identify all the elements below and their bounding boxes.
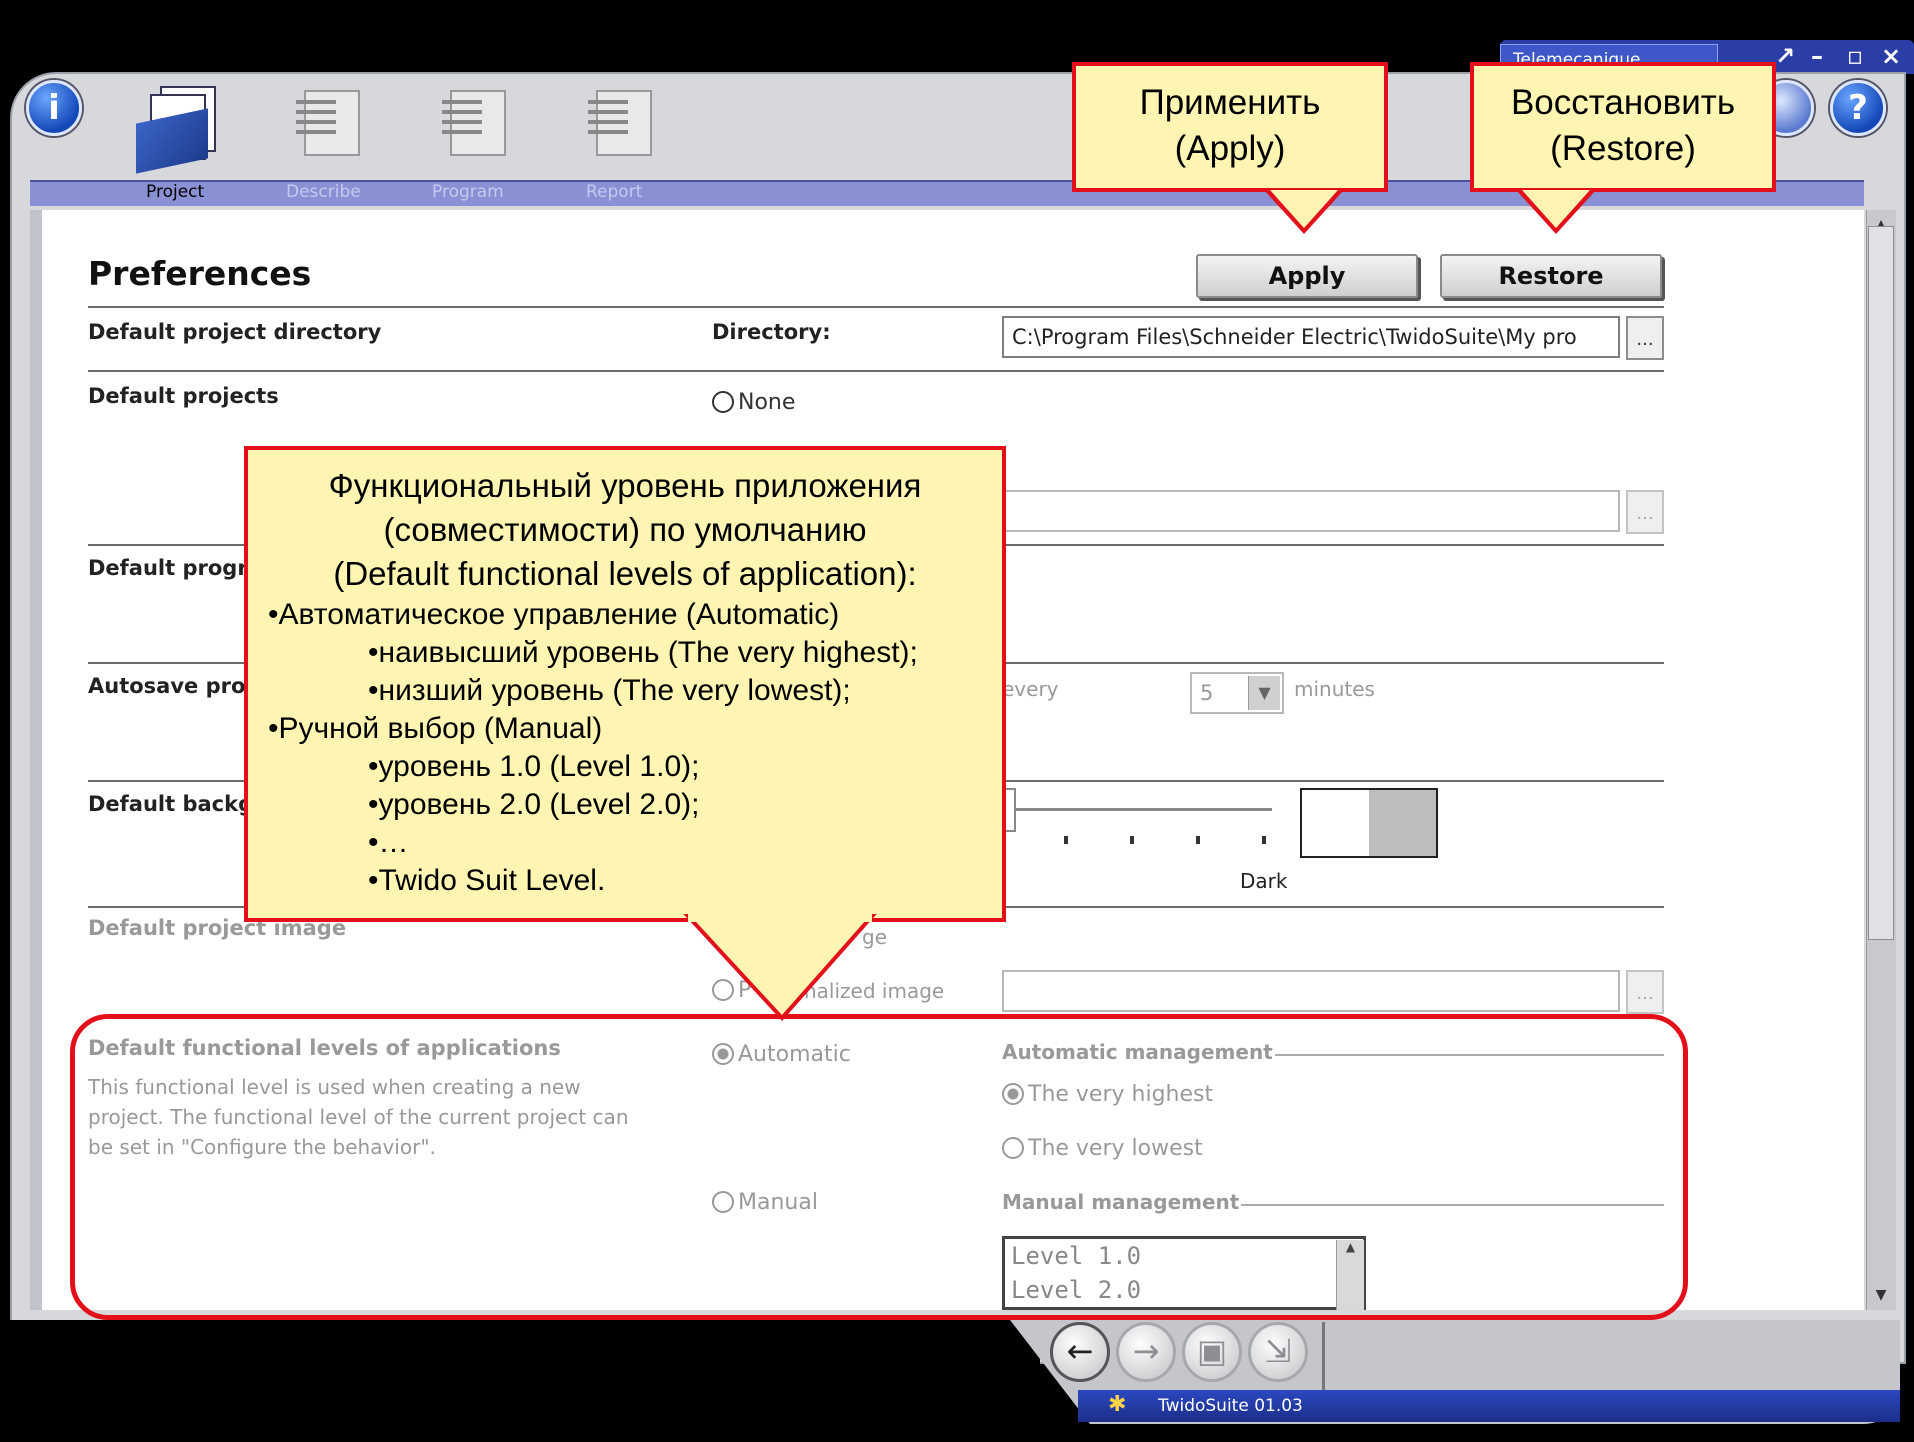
- apply-button[interactable]: Apply: [1196, 254, 1418, 298]
- info-icon[interactable]: i: [26, 80, 82, 136]
- default-project-input[interactable]: [1002, 490, 1620, 532]
- status-bar: TwidoSuite 01.03: [1078, 1390, 1900, 1422]
- page-title: Preferences: [88, 254, 312, 293]
- background-color-preview: [1300, 788, 1438, 858]
- functional-levels-highlight: [70, 1014, 1688, 1320]
- background-dark-label: Dark: [1240, 869, 1288, 893]
- callout-item: •Ручной выбор (Manual): [268, 712, 603, 745]
- image-browse-button[interactable]: ...: [1626, 970, 1664, 1014]
- callout-restore-line2: (Restore): [1550, 129, 1696, 168]
- program-step-icon[interactable]: [428, 82, 528, 174]
- help-icon[interactable]: ?: [1830, 80, 1886, 136]
- callout-functional-levels: Функциональный уровень приложения (совме…: [244, 446, 1006, 922]
- step-label-project[interactable]: Project: [146, 180, 204, 204]
- autosave-minutes-label: minutes: [1294, 677, 1375, 701]
- callout-apply-pointer-fill: [1270, 190, 1338, 228]
- directory-browse-button[interactable]: ...: [1626, 316, 1664, 360]
- slider-ticks: [1064, 836, 1068, 844]
- chevron-down-icon[interactable]: ▼: [1248, 676, 1280, 710]
- callout-restore: Восстановить (Restore): [1470, 62, 1776, 192]
- forward-arrow-icon[interactable]: →: [1116, 1322, 1176, 1382]
- autosave-minutes-value: 5: [1200, 681, 1214, 705]
- directory-input[interactable]: C:\Program Files\Schneider Electric\Twid…: [1002, 316, 1620, 358]
- nav-separator: [1322, 1322, 1325, 1390]
- callout-item: •Twido Suit Level.: [368, 864, 606, 897]
- callout-title-line: (Default functional levels of applicatio…: [333, 555, 917, 592]
- callout-item: •уровень 2.0 (Level 2.0);: [368, 788, 700, 821]
- back-arrow-icon[interactable]: ←: [1050, 1322, 1110, 1382]
- twidosuite-logo-icon: ✱: [1108, 1392, 1127, 1417]
- callout-title-line: Функциональный уровень приложения: [328, 467, 922, 504]
- step-label-report[interactable]: Report: [586, 180, 642, 204]
- callout-item: •наивысший уровень (The very highest);: [368, 636, 918, 669]
- row-label-autosave: Autosave pro: [88, 674, 246, 698]
- describe-step-icon[interactable]: [282, 82, 382, 174]
- step-label-program[interactable]: Program: [432, 180, 504, 204]
- callout-item: •низший уровень (The very lowest);: [368, 674, 851, 707]
- callout-item: •…: [368, 826, 409, 859]
- callout-apply: Применить (Apply): [1072, 62, 1388, 192]
- close-window-icon[interactable]: ×: [1876, 42, 1906, 70]
- radio-none-label: None: [738, 390, 796, 415]
- export-icon[interactable]: ⇲: [1248, 1322, 1308, 1382]
- row-label-default-projects: Default projects: [88, 384, 279, 408]
- project-step-icon[interactable]: [130, 82, 230, 174]
- directory-field-label: Directory:: [712, 320, 831, 344]
- background-slider-track[interactable]: [1002, 808, 1272, 811]
- restore-window-icon[interactable]: ▫: [1840, 42, 1870, 70]
- step-label-describe[interactable]: Describe: [286, 180, 361, 204]
- callout-item: •Автоматическое управление (Automatic): [268, 598, 840, 631]
- save-icon[interactable]: ▣: [1182, 1322, 1242, 1382]
- default-project-browse-button[interactable]: ...: [1626, 490, 1664, 534]
- report-step-icon[interactable]: [574, 82, 674, 174]
- row-label-directory: Default project directory: [88, 320, 382, 344]
- row-label-default-background: Default backg: [88, 792, 254, 816]
- personalized-image-input[interactable]: [1002, 970, 1620, 1012]
- row-label-default-program: Default progr: [88, 556, 248, 580]
- minimize-icon[interactable]: –: [1802, 42, 1832, 70]
- bottom-background: [0, 1320, 1040, 1442]
- divider: [88, 370, 1664, 372]
- radio-none[interactable]: None: [712, 388, 795, 418]
- callout-item: •уровень 1.0 (Level 1.0);: [368, 750, 700, 783]
- autosave-every-label: every: [1002, 677, 1059, 701]
- radio-dot: [712, 391, 734, 413]
- callout-main-pointer: [683, 914, 877, 1021]
- scroll-thumb[interactable]: [1868, 226, 1894, 940]
- restore-button[interactable]: Restore: [1440, 254, 1662, 298]
- callout-restore-pointer-fill: [1522, 190, 1590, 228]
- callout-apply-line2: (Apply): [1174, 129, 1286, 168]
- callout-title-line: (совместимости) по умолчанию: [383, 511, 867, 548]
- callout-restore-line1: Восстановить: [1510, 83, 1736, 122]
- divider: [88, 306, 1664, 308]
- scroll-down-icon[interactable]: ▼: [1870, 1284, 1892, 1306]
- callout-apply-line1: Применить: [1139, 83, 1321, 122]
